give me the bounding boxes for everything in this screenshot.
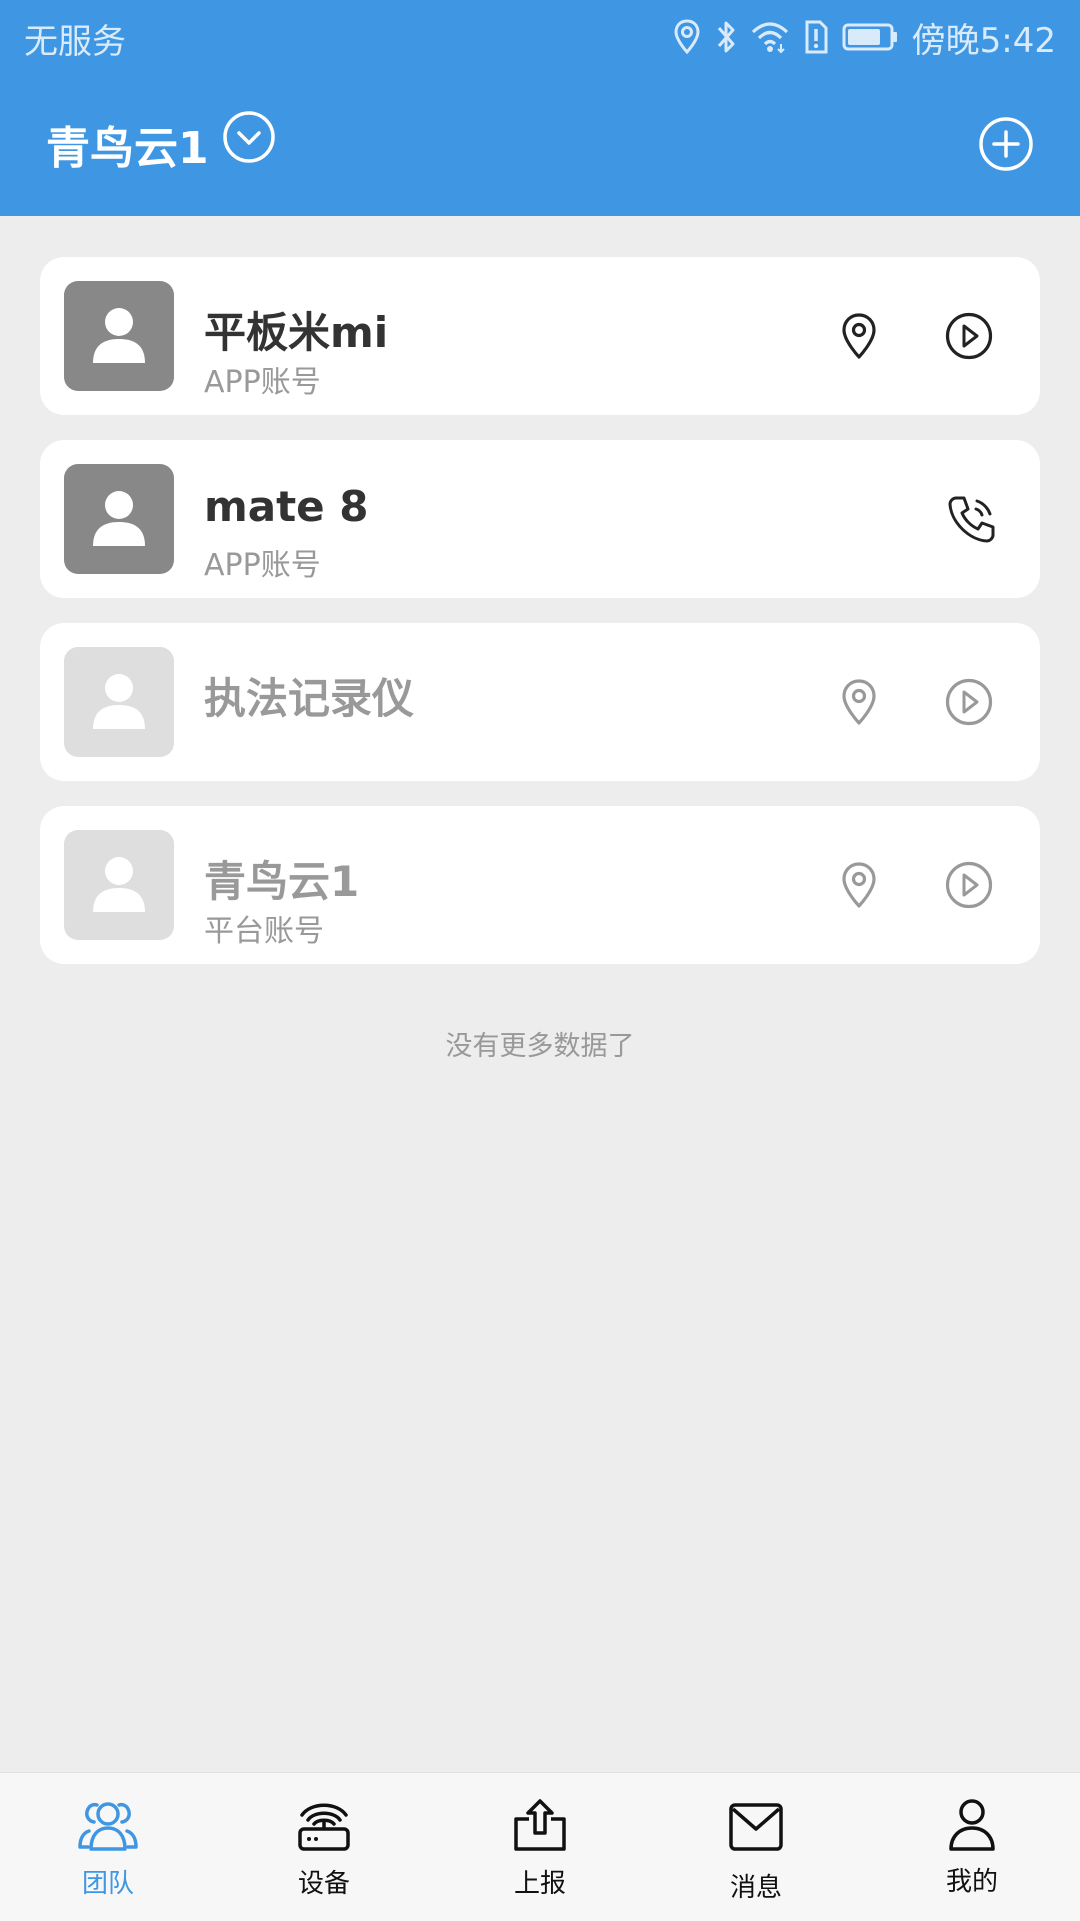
locate-button[interactable] bbox=[829, 855, 889, 915]
plus-circle-icon bbox=[979, 117, 1033, 171]
nav-item-report[interactable]: 上报 bbox=[432, 1773, 648, 1921]
play-icon bbox=[945, 312, 993, 360]
battery-icon bbox=[842, 23, 897, 51]
person-icon bbox=[93, 857, 145, 912]
locate-button[interactable] bbox=[829, 306, 889, 366]
nav-label: 消息 bbox=[729, 1873, 782, 1903]
app-header: 无服务 傍晚5:42 青鸟云1 bbox=[0, 0, 1080, 216]
play-button[interactable] bbox=[939, 855, 999, 915]
member-card[interactable]: 执法记录仪 bbox=[40, 623, 1040, 781]
wifi-icon bbox=[751, 22, 788, 54]
nav-label: 设备 bbox=[297, 1869, 350, 1899]
person-icon bbox=[93, 674, 145, 729]
user-icon bbox=[949, 1799, 995, 1851]
location-icon bbox=[842, 862, 876, 908]
team-title[interactable]: 青鸟云1 bbox=[46, 112, 209, 176]
nav-item-team[interactable]: 团队 bbox=[0, 1773, 216, 1921]
nav-label: 我的 bbox=[945, 1867, 998, 1897]
locate-button[interactable] bbox=[829, 672, 889, 732]
bluetooth-icon bbox=[717, 21, 735, 53]
nav-item-mine[interactable]: 我的 bbox=[864, 1773, 1080, 1921]
member-name: 平板米mi bbox=[204, 308, 389, 357]
location-status-icon bbox=[674, 19, 700, 55]
member-account-type: 平台账号 bbox=[204, 914, 324, 949]
avatar bbox=[64, 647, 174, 757]
member-card[interactable]: mate 8 APP账号 bbox=[40, 440, 1040, 598]
carrier-status: 无服务 bbox=[24, 22, 126, 62]
status-bar: 无服务 傍晚5:42 bbox=[0, 0, 1080, 74]
phone-call-icon bbox=[948, 496, 995, 543]
nav-label: 上报 bbox=[513, 1869, 566, 1899]
location-icon bbox=[842, 313, 876, 359]
bottom-nav: 团队 设备 上报 消息 我的 bbox=[0, 1772, 1080, 1921]
team-switch-button[interactable] bbox=[222, 110, 276, 164]
member-name: mate 8 bbox=[204, 482, 369, 531]
play-icon bbox=[945, 678, 993, 726]
add-button[interactable] bbox=[978, 116, 1034, 172]
team-icon bbox=[78, 1802, 138, 1851]
play-button[interactable] bbox=[939, 306, 999, 366]
avatar bbox=[64, 464, 174, 574]
clock: 傍晚5:42 bbox=[911, 20, 1056, 61]
no-more-data-hint: 没有更多数据了 bbox=[445, 1031, 635, 1062]
status-icons: 傍晚5:42 bbox=[672, 14, 1056, 61]
play-button[interactable] bbox=[939, 672, 999, 732]
member-account-type: APP账号 bbox=[204, 548, 321, 583]
avatar bbox=[64, 281, 174, 391]
person-icon bbox=[93, 308, 145, 363]
avatar bbox=[64, 830, 174, 940]
nav-item-message[interactable]: 消息 bbox=[648, 1773, 864, 1921]
location-icon bbox=[842, 679, 876, 725]
chevron-down-circle-icon bbox=[223, 111, 275, 163]
member-name: 执法记录仪 bbox=[204, 674, 415, 723]
call-button[interactable] bbox=[942, 489, 1002, 549]
member-card[interactable]: 平板米mi APP账号 bbox=[40, 257, 1040, 415]
mail-icon bbox=[729, 1803, 783, 1851]
sim-alert-icon bbox=[805, 20, 828, 54]
device-icon bbox=[298, 1803, 350, 1851]
upload-icon bbox=[514, 1799, 566, 1851]
play-icon bbox=[945, 861, 993, 909]
member-account-type: APP账号 bbox=[204, 365, 321, 400]
person-icon bbox=[93, 491, 145, 546]
member-name: 青鸟云1 bbox=[204, 857, 360, 906]
nav-label: 团队 bbox=[81, 1869, 134, 1899]
nav-item-device[interactable]: 设备 bbox=[216, 1773, 432, 1921]
member-card[interactable]: 青鸟云1 平台账号 bbox=[40, 806, 1040, 964]
